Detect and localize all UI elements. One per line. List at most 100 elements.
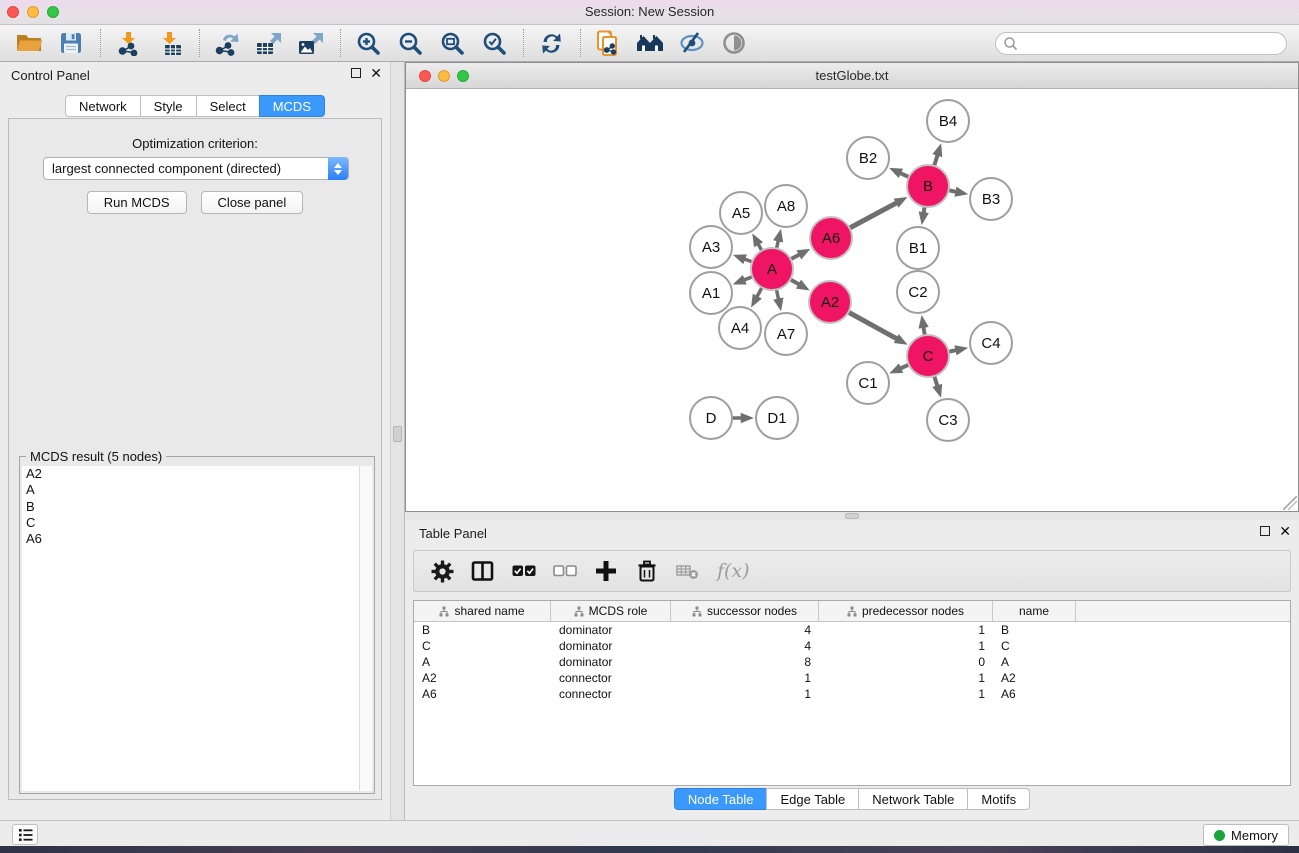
node-C3[interactable]: C3 [927, 399, 969, 441]
node-A[interactable]: A [751, 248, 793, 290]
table-cell[interactable]: A [993, 654, 1076, 670]
close-panel-button[interactable]: Close panel [201, 191, 304, 214]
node-B4[interactable]: B4 [927, 100, 969, 142]
table-cell[interactable]: 4 [671, 622, 819, 638]
result-list-item[interactable]: C [22, 515, 359, 531]
show-graphics-details-button[interactable] [717, 28, 751, 58]
node-B1[interactable]: B1 [897, 227, 939, 269]
splitter-handle[interactable] [393, 426, 402, 442]
run-mcds-button[interactable]: Run MCDS [87, 191, 187, 214]
table-cell[interactable]: 1 [819, 670, 993, 686]
table-cell[interactable]: 4 [671, 638, 819, 654]
tab-mcds[interactable]: MCDS [259, 95, 325, 117]
optimization-criterion-dropdown[interactable]: largest connected component (directed) [43, 157, 349, 180]
node-A5[interactable]: A5 [720, 192, 762, 234]
column-header-shared-name[interactable]: shared name [414, 601, 551, 621]
search-input[interactable] [1019, 35, 1286, 53]
table-cell[interactable]: 1 [819, 686, 993, 702]
node-B3[interactable]: B3 [970, 178, 1012, 220]
table-cell[interactable]: 1 [819, 638, 993, 654]
table-cell[interactable]: B [414, 622, 551, 638]
open-file-button[interactable] [12, 28, 46, 58]
table-cell[interactable]: 8 [671, 654, 819, 670]
column-header-successor-nodes[interactable]: successor nodes [671, 601, 819, 621]
table-cell[interactable]: B [993, 622, 1076, 638]
zoom-in-button[interactable] [351, 28, 385, 58]
export-table-button[interactable] [252, 28, 286, 58]
import-network-button[interactable] [111, 28, 145, 58]
result-list-item[interactable]: B [22, 499, 359, 515]
result-list-item[interactable]: A6 [22, 531, 359, 547]
table-cell[interactable]: 1 [671, 670, 819, 686]
tab-node-table[interactable]: Node Table [674, 788, 768, 810]
tab-network-table[interactable]: Network Table [858, 788, 968, 810]
result-list-item[interactable]: A2 [22, 466, 359, 482]
table-cell[interactable]: A6 [414, 686, 551, 702]
node-C1[interactable]: C1 [847, 362, 889, 404]
close-panel-icon[interactable]: ✕ [370, 68, 382, 78]
task-history-button[interactable] [12, 824, 38, 845]
select-all-columns-button[interactable] [512, 555, 536, 587]
new-network-from-selection-button[interactable] [591, 28, 625, 58]
table-cell[interactable]: dominator [551, 638, 671, 654]
table-cell[interactable]: 1 [819, 622, 993, 638]
refresh-layout-button[interactable] [534, 28, 568, 58]
table-row[interactable]: Adominator80A [414, 654, 1290, 670]
mcds-result-list[interactable]: A2ABCA6 [22, 466, 359, 791]
add-column-button[interactable] [594, 555, 618, 587]
node-C4[interactable]: C4 [970, 322, 1012, 364]
tab-style[interactable]: Style [140, 95, 197, 117]
close-panel-icon[interactable]: ✕ [1279, 526, 1291, 536]
tab-network[interactable]: Network [65, 95, 141, 117]
column-header-predecessor-nodes[interactable]: predecessor nodes [819, 601, 993, 621]
deselect-all-columns-button[interactable] [553, 555, 577, 587]
node-A3[interactable]: A3 [690, 226, 732, 268]
table-cell[interactable]: 1 [671, 686, 819, 702]
node-D1[interactable]: D1 [756, 397, 798, 439]
search-field[interactable] [995, 32, 1287, 55]
result-list-scrollbar[interactable] [359, 466, 372, 791]
table-cell[interactable]: C [993, 638, 1076, 654]
hide-graphics-details-button[interactable] [675, 28, 709, 58]
column-header-MCDS-role[interactable]: MCDS role [551, 601, 671, 621]
node-A7[interactable]: A7 [765, 313, 807, 355]
table-cell[interactable]: dominator [551, 654, 671, 670]
table-settings-button[interactable] [430, 555, 454, 587]
node-C[interactable]: C [907, 335, 949, 377]
table-cell[interactable]: A [414, 654, 551, 670]
function-builder-button[interactable]: f(x) [717, 555, 750, 587]
table-row[interactable]: Cdominator41C [414, 638, 1290, 654]
table-row[interactable]: Bdominator41B [414, 622, 1290, 638]
panel-splitter-vertical[interactable] [390, 62, 405, 820]
table-cell[interactable]: 0 [819, 654, 993, 670]
home-button[interactable] [633, 28, 667, 58]
table-cell[interactable]: A2 [414, 670, 551, 686]
node-D[interactable]: D [690, 397, 732, 439]
import-table-button[interactable] [153, 28, 187, 58]
zoom-fit-button[interactable] [435, 28, 469, 58]
table-cell[interactable]: C [414, 638, 551, 654]
split-columns-button[interactable] [471, 555, 495, 587]
node-A8[interactable]: A8 [765, 185, 807, 227]
node-B2[interactable]: B2 [847, 137, 889, 179]
window-resize-grip[interactable] [1283, 496, 1297, 510]
float-panel-icon[interactable] [351, 68, 361, 78]
zoom-selected-button[interactable] [477, 28, 511, 58]
splitter-handle[interactable] [845, 513, 859, 519]
node-A6[interactable]: A6 [810, 217, 852, 259]
node-A4[interactable]: A4 [719, 307, 761, 349]
table-row[interactable]: A2connector11A2 [414, 670, 1290, 686]
tab-select[interactable]: Select [196, 95, 260, 117]
delete-column-button[interactable] [635, 555, 659, 587]
tab-edge-table[interactable]: Edge Table [766, 788, 859, 810]
export-image-button[interactable] [294, 28, 328, 58]
tab-motifs[interactable]: Motifs [967, 788, 1030, 810]
table-cell[interactable]: A2 [993, 670, 1076, 686]
table-cell[interactable]: connector [551, 670, 671, 686]
node-B[interactable]: B [907, 165, 949, 207]
node-A2[interactable]: A2 [809, 281, 851, 323]
node-C2[interactable]: C2 [897, 271, 939, 313]
node-A1[interactable]: A1 [690, 272, 732, 314]
memory-button[interactable]: Memory [1203, 824, 1289, 846]
table-row[interactable]: A6connector11A6 [414, 686, 1290, 702]
